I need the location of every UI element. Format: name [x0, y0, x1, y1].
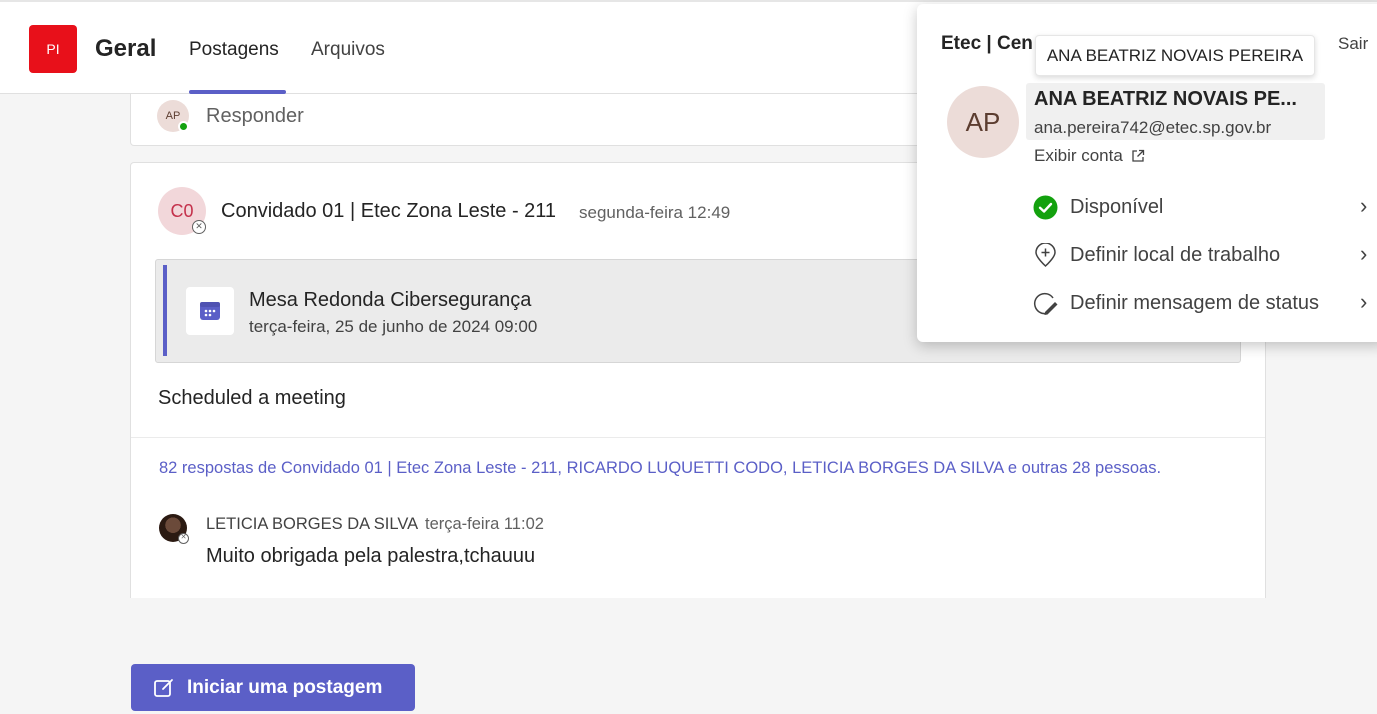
- profile-display-name[interactable]: ANA BEATRIZ NOVAIS PE...: [1034, 88, 1297, 111]
- org-name: Etec | Cen: [941, 33, 1033, 54]
- channel-name: Geral: [95, 35, 157, 62]
- chevron-right-icon[interactable]: ›: [1360, 289, 1367, 315]
- start-post-button[interactable]: Iniciar uma postagem: [131, 664, 415, 711]
- calendar-icon: [186, 287, 234, 335]
- profile-email: ana.pereira742@etec.sp.gov.br: [1034, 118, 1272, 137]
- team-avatar[interactable]: PI: [29, 25, 77, 73]
- reply-message: Muito obrigada pela palestra,tchauuu: [206, 545, 536, 567]
- meeting-title[interactable]: Mesa Redonda Cibersegurança: [249, 289, 531, 312]
- meeting-accent-bar: [163, 265, 167, 356]
- menu-label: Definir mensagem de status: [1070, 291, 1320, 314]
- post-timestamp: segunda-feira 12:49: [579, 203, 731, 222]
- tab-postagens[interactable]: Postagens: [189, 39, 279, 61]
- chevron-right-icon[interactable]: ›: [1360, 241, 1367, 267]
- menu-item-status-message[interactable]: Definir mensagem de status: [1033, 289, 1319, 317]
- menu-label: Definir local de trabalho: [1070, 243, 1281, 266]
- profile-avatar[interactable]: AP: [947, 86, 1019, 158]
- external-link-icon: [1132, 149, 1144, 162]
- sign-out-link[interactable]: Sair: [1338, 34, 1368, 54]
- post-body: Scheduled a meeting: [158, 387, 346, 409]
- presence-available-icon: [178, 121, 189, 132]
- chevron-right-icon[interactable]: ›: [1360, 193, 1367, 219]
- view-account-link[interactable]: Exibir conta: [1034, 146, 1145, 166]
- meeting-date: terça-feira, 25 de junho de 2024 09:00: [249, 317, 538, 336]
- replies-summary-link[interactable]: 82 respostas de Convidado 01 | Etec Zona…: [159, 459, 1161, 478]
- available-check-icon: [1033, 195, 1058, 219]
- reply-button[interactable]: Responder: [206, 105, 304, 128]
- name-tooltip: ANA BEATRIZ NOVAIS PEREIRA: [1035, 35, 1315, 76]
- menu-item-work-location[interactable]: Definir local de trabalho: [1033, 241, 1280, 269]
- presence-offline-icon: ✕: [178, 533, 189, 544]
- status-message-icon: [1033, 292, 1058, 315]
- tab-arquivos[interactable]: Arquivos: [311, 39, 385, 61]
- reply-timestamp: terça-feira 11:02: [425, 515, 544, 533]
- menu-label: Disponível: [1070, 195, 1164, 218]
- post-author[interactable]: Convidado 01 | Etec Zona Leste - 211: [221, 200, 556, 223]
- location-pin-icon: [1035, 242, 1056, 267]
- reply-author[interactable]: LETICIA BORGES DA SILVA: [206, 515, 418, 534]
- start-post-label: Iniciar uma postagem: [187, 676, 383, 698]
- compose-icon: [154, 678, 173, 697]
- divider: [131, 437, 1265, 438]
- presence-offline-icon: ✕: [192, 220, 206, 234]
- menu-item-availability[interactable]: Disponível: [1033, 193, 1163, 221]
- view-account-label: Exibir conta: [1034, 146, 1123, 165]
